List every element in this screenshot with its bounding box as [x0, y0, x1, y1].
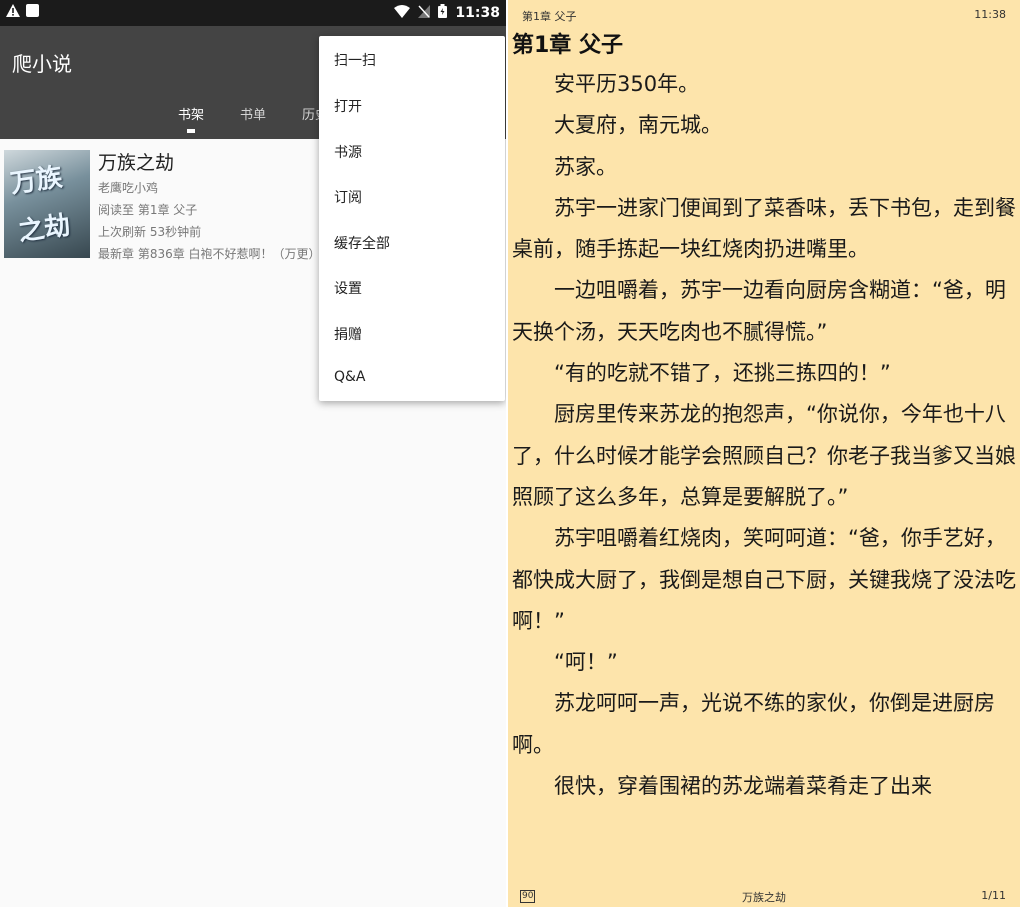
book-cover: 万族 之劫 — [4, 150, 90, 258]
chapter-title: 第1章 父子 — [512, 33, 623, 58]
book-read-progress: 阅读至 第1章 父子 — [98, 203, 198, 217]
paragraph: 很快，穿着围裙的苏龙端着菜肴走了出来 — [554, 774, 932, 799]
paragraph: 苏宇一进家门便闻到了菜香味，丢下书包，走到餐桌前，随手拣起一块红烧肉扔进嘴里。 — [512, 195, 1016, 262]
tab-bar: 书架 书单 历史 — [178, 104, 328, 133]
menu-item-subscribe[interactable]: 订阅 — [334, 187, 362, 207]
cover-text-bottom: 之劫 — [16, 210, 73, 248]
menu-item-donate[interactable]: 捐赠 — [334, 324, 362, 344]
menu-item-source[interactable]: 书源 — [334, 142, 362, 162]
reader-screen[interactable]: 第1章 父子 11:38 第1章 父子 安平历350年。 大夏府，南元城。 苏家… — [508, 0, 1020, 907]
warning-icon — [6, 4, 20, 21]
tab-booklist[interactable]: 书单 — [240, 104, 266, 129]
overflow-menu: 扫一扫 打开 书源 订阅 缓存全部 设置 捐赠 Q&A — [319, 36, 505, 401]
app-title: 爬小说 — [12, 52, 72, 76]
reader-book-name: 万族之劫 — [742, 891, 786, 904]
paragraph: 安平历350年。 — [554, 72, 700, 96]
paragraph: 大夏府，南元城。 — [554, 113, 722, 138]
battery-icon — [438, 4, 448, 22]
paragraph: 一边咀嚼着，苏宇一边看向厨房含糊道：“爸，明天换个汤，天天吃肉也不腻得慌。” — [512, 278, 1006, 344]
status-time: 11:38 — [455, 5, 500, 21]
tab-bookshelf[interactable]: 书架 — [178, 104, 204, 133]
paragraph: “呵！” — [554, 650, 618, 675]
reader-page-number: 1/11 — [981, 889, 1006, 902]
paragraph: 厨房里传来苏龙的抱怨声，“你说你，今年也十八了，什么时候才能学会照顾自己？你老子… — [512, 402, 1016, 509]
menu-item-settings[interactable]: 设置 — [334, 278, 362, 298]
book-author: 老鹰吃小鸡 — [98, 181, 159, 195]
book-latest-chapter: 最新章 第836章 白袍不好惹啊！（万更） — [98, 247, 321, 261]
chapter-body: 安平历350年。 大夏府，南元城。 苏家。 苏宇一进家门便闻到了菜香味，丢下书包… — [512, 64, 1018, 807]
menu-item-qa[interactable]: Q&A — [334, 369, 366, 385]
menu-item-open[interactable]: 打开 — [334, 96, 362, 116]
book-title: 万族之劫 — [98, 152, 175, 174]
menu-item-scan[interactable]: 扫一扫 — [334, 50, 376, 70]
no-signal-icon — [418, 4, 431, 22]
wifi-icon — [394, 4, 411, 22]
reader-header-time: 11:38 — [974, 8, 1006, 21]
book-last-refresh: 上次刷新 53秒钟前 — [98, 225, 202, 239]
paragraph: 苏家。 — [554, 154, 617, 179]
cover-text-top: 万族 — [8, 162, 65, 200]
paragraph: 苏龙呵呵一声，光说不练的家伙，你倒是进厨房啊。 — [512, 691, 995, 757]
menu-item-cache-all[interactable]: 缓存全部 — [334, 233, 390, 253]
paragraph: 苏宇咀嚼着红烧肉，笑呵呵道：“爸，你手艺好，都快成大厨了，我倒是想自己下厨，关键… — [512, 526, 1016, 633]
paragraph: “有的吃就不错了，还挑三拣四的！” — [554, 361, 891, 386]
notification-icon — [26, 4, 39, 21]
status-bar: 11:38 — [0, 0, 506, 26]
reader-header-chapter: 第1章 父子 — [522, 10, 577, 23]
bookshelf-screen: 11:38 爬小说 书架 书单 历史 万族 之劫 万族之劫 老鹰吃小鸡 阅读至 … — [0, 0, 506, 907]
